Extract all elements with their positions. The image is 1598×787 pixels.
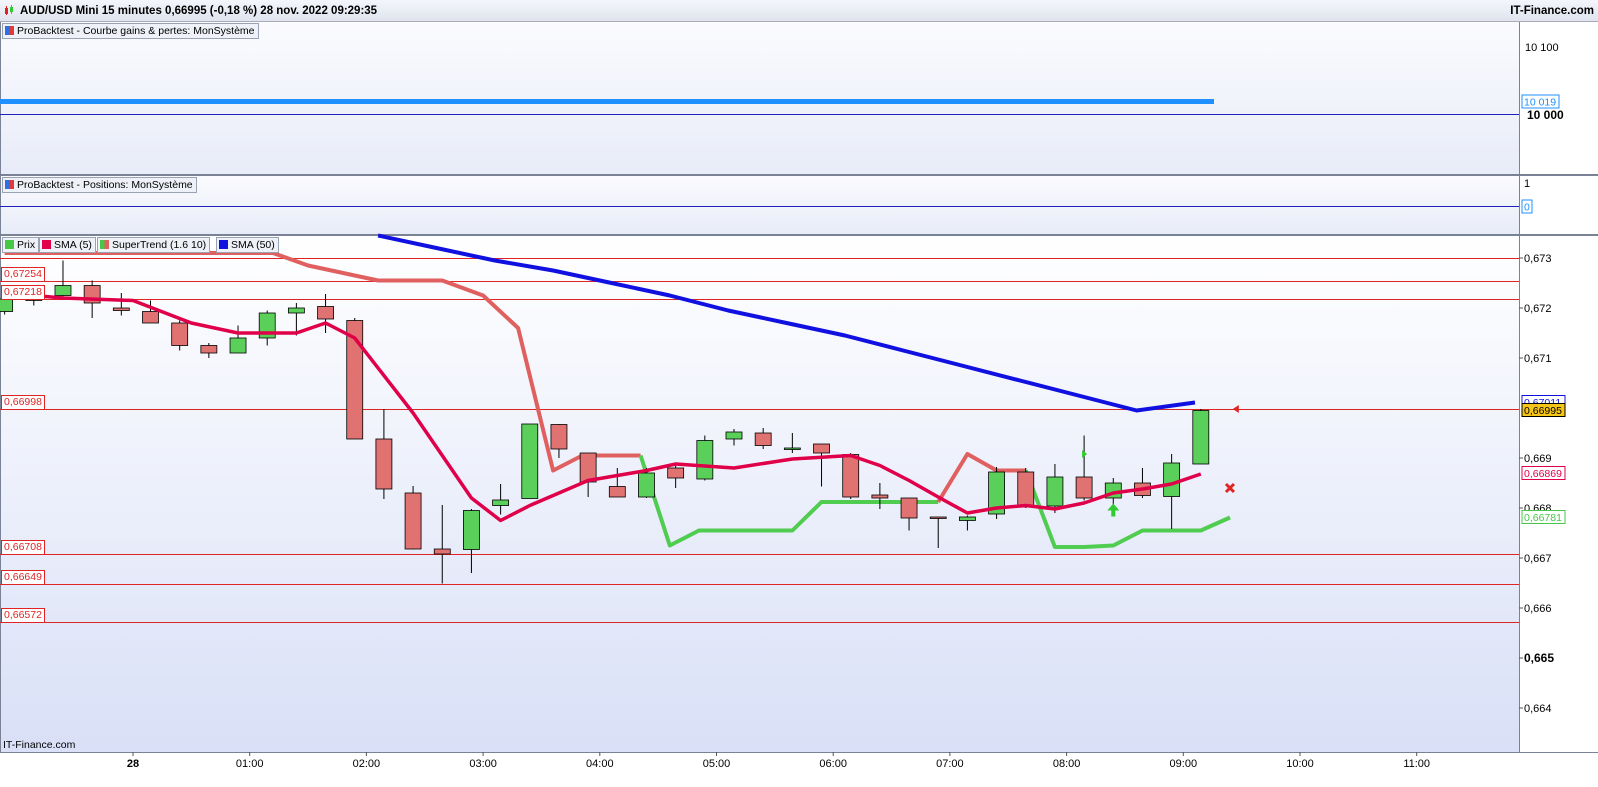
- candle: [112, 307, 130, 311]
- candle: [754, 432, 772, 446]
- legend-label: SMA (5): [54, 239, 92, 251]
- candle: [783, 447, 801, 450]
- time-axis-label: 05:00: [703, 758, 731, 770]
- level-label: 0,67254: [1, 267, 45, 282]
- positions-panel-label: ProBacktest - Positions: MonSystème: [17, 179, 193, 191]
- backtest-icon: [5, 180, 14, 189]
- legend-label: SMA (50): [231, 239, 275, 251]
- legend-item[interactable]: Prix: [2, 237, 40, 253]
- time-axis-label: 04:00: [586, 758, 614, 770]
- level-label: 0,67218: [1, 285, 45, 300]
- candle: [287, 307, 305, 314]
- legend-swatch-icon: [219, 240, 228, 249]
- price-panel-bg: [0, 236, 1519, 752]
- positions-panel-bg: [0, 176, 1519, 234]
- candle: [317, 306, 334, 320]
- legend-label: SuperTrend (1.6 10): [112, 239, 207, 251]
- time-axis-label: 03:00: [469, 758, 497, 770]
- equity-panel-bg: [0, 22, 1519, 174]
- legend-label: Prix: [17, 239, 36, 251]
- candle: [229, 337, 247, 354]
- level-label: 0,66998: [1, 395, 45, 410]
- candle: [492, 499, 510, 506]
- chart-window: AUD/USD Mini 15 minutes 0,66995 (-0,18 %…: [0, 0, 1598, 787]
- candle: [0, 298, 14, 312]
- candle: [608, 486, 626, 498]
- legend-item[interactable]: SMA (50): [216, 237, 279, 253]
- price-badge-label: 0,66995: [1524, 405, 1562, 417]
- candle: [404, 492, 422, 550]
- candle: [871, 494, 889, 499]
- candle: [667, 467, 685, 479]
- price-badge-label: 0,66869: [1524, 468, 1562, 480]
- candle: [550, 424, 568, 450]
- candle: [521, 423, 539, 499]
- candle: [1075, 476, 1093, 499]
- price-axis-tick: 0,671: [1524, 353, 1552, 365]
- time-axis-label: 11:00: [1403, 758, 1430, 770]
- candle: [638, 472, 655, 498]
- time-axis-label: 09:00: [1170, 758, 1198, 770]
- candle: [959, 516, 976, 521]
- candle: [54, 285, 72, 296]
- level-label: 0,66649: [1, 570, 45, 585]
- candle: [900, 497, 918, 519]
- positions-value-label: 0: [1524, 202, 1530, 214]
- backtest-icon: [5, 26, 14, 35]
- equity-panel-tag[interactable]: ProBacktest - Courbe gains & pertes: Mon…: [2, 23, 259, 39]
- candle: [171, 322, 189, 346]
- equity-axis-tick: 10 100: [1525, 42, 1559, 54]
- legend-swatch-icon: [42, 240, 51, 249]
- price-axis-tick: 0,673: [1524, 253, 1552, 265]
- positions-axis-tick: 1: [1524, 178, 1530, 190]
- level-label: 0,66708: [1, 540, 45, 555]
- time-axis-label: 01:00: [236, 758, 264, 770]
- candle: [142, 311, 159, 324]
- time-axis-label: 07:00: [936, 758, 964, 770]
- legend-swatch-icon: [100, 240, 109, 249]
- equity-value-label: 10 019: [1524, 97, 1556, 109]
- price-axis-tick: 0,669: [1524, 453, 1552, 465]
- candle: [929, 516, 947, 519]
- candle: [375, 438, 393, 490]
- price-axis-tick: 0,672: [1524, 303, 1552, 315]
- equity-panel-label: ProBacktest - Courbe gains & pertes: Mon…: [17, 25, 255, 37]
- candle: [200, 345, 218, 354]
- candle: [1017, 471, 1035, 508]
- time-axis-label: 08:00: [1053, 758, 1081, 770]
- level-label: 0,66572: [1, 608, 45, 623]
- candle: [813, 443, 830, 454]
- time-axis-label: 10:00: [1286, 758, 1314, 770]
- candle: [579, 452, 597, 483]
- candle: [433, 548, 451, 555]
- price-axis-tick: 0,665: [1524, 651, 1554, 665]
- candle: [1192, 410, 1210, 465]
- positions-panel-tag[interactable]: ProBacktest - Positions: MonSystème: [2, 177, 197, 193]
- candle: [842, 454, 860, 498]
- price-badge-label: 0,66781: [1524, 512, 1562, 524]
- candle: [1163, 462, 1181, 497]
- equity-axis-tick: 10 000: [1527, 108, 1564, 122]
- legend-item[interactable]: SuperTrend (1.6 10): [97, 237, 211, 253]
- price-axis-tick: 0,667: [1524, 553, 1552, 565]
- time-axis-label: 28: [127, 758, 139, 770]
- candle: [725, 431, 743, 440]
- candle: [1046, 476, 1064, 507]
- time-axis-label: 06:00: [819, 758, 847, 770]
- chart-canvas[interactable]: 10 100 10 00010 019 1 0 0,673 0,672 0,671 0,669…: [0, 0, 1598, 787]
- price-axis-tick: 0,664: [1524, 703, 1552, 715]
- legend-swatch-icon: [5, 240, 14, 249]
- legend-item[interactable]: SMA (5): [39, 237, 96, 253]
- candle: [696, 440, 714, 480]
- price-axis-tick: 0,666: [1524, 603, 1552, 615]
- time-axis-label: 02:00: [353, 758, 381, 770]
- footer-brand: IT-Finance.com: [3, 739, 76, 751]
- candle: [463, 510, 480, 550]
